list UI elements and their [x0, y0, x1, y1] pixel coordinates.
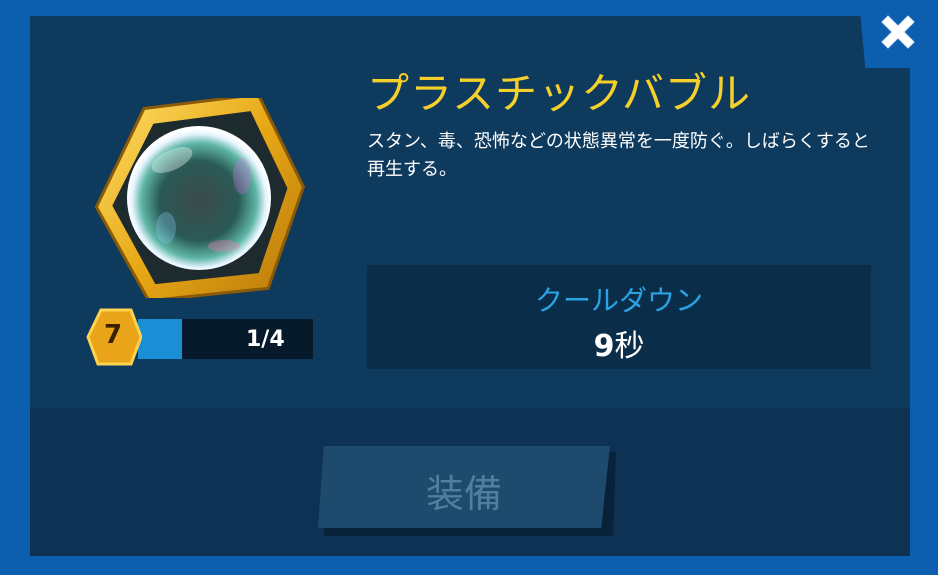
- level-progress-fill: [138, 319, 182, 359]
- item-description: スタン、毒、恐怖などの状態異常を一度防ぐ。しばらくすると再生する。: [367, 131, 870, 180]
- level-progress: 1/4 7: [86, 307, 316, 367]
- cooldown-number: 9: [593, 329, 615, 364]
- item-icon-frame: [92, 92, 307, 303]
- level-progress-bar: 1/4: [138, 319, 313, 359]
- close-icon: [881, 15, 915, 49]
- close-button[interactable]: [876, 10, 920, 54]
- level-number: 7: [103, 320, 123, 350]
- cooldown-label: クールダウン: [534, 284, 703, 317]
- item-title: プラスチックバブル: [367, 69, 752, 118]
- level-progress-text: 1/4: [246, 327, 285, 352]
- cooldown-panel: クールダウン 9秒: [367, 265, 871, 369]
- cooldown-unit: 秒: [614, 329, 645, 364]
- equip-label: 装備: [425, 472, 502, 516]
- soap-bubble-icon: [94, 92, 306, 303]
- cooldown-value: 9秒: [367, 321, 871, 365]
- equip-button[interactable]: 装備: [318, 446, 610, 528]
